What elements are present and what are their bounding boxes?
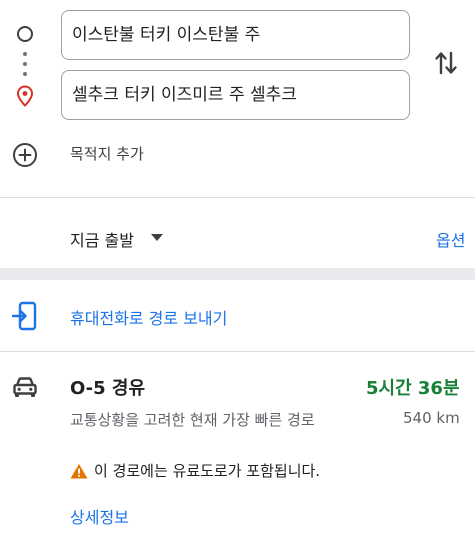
route-distance: 540 km xyxy=(403,409,460,427)
send-to-phone-icon[interactable] xyxy=(12,301,38,331)
details-link[interactable]: 상세정보 xyxy=(70,504,129,528)
route-dot xyxy=(23,62,27,66)
send-to-phone-button[interactable]: 휴대전화로 경로 보내기 xyxy=(70,305,227,329)
toll-warning: 이 경로에는 유료도로가 포함됩니다. xyxy=(70,460,320,481)
section-divider xyxy=(0,268,475,280)
destination-pin-icon xyxy=(16,85,34,107)
add-destination-button[interactable]: 목적지 추가 xyxy=(70,143,144,164)
destination-input[interactable]: 셀추크 터키 이즈미르 주 셀추크 xyxy=(61,70,410,120)
toll-warning-text: 이 경로에는 유료도로가 포함됩니다. xyxy=(94,462,321,480)
route-dot xyxy=(23,52,27,56)
divider xyxy=(0,197,475,198)
add-circle-icon[interactable] xyxy=(12,142,38,168)
route-name[interactable]: O-5 경유 xyxy=(70,374,145,400)
options-button[interactable]: 옵션 xyxy=(436,227,465,251)
car-icon xyxy=(13,377,37,397)
dropdown-arrow-icon[interactable] xyxy=(151,234,163,242)
swap-icon[interactable] xyxy=(434,49,458,77)
warning-icon xyxy=(70,463,88,478)
divider xyxy=(0,351,475,352)
origin-input[interactable]: 이스탄불 터키 이스탄불 주 xyxy=(61,10,410,60)
origin-circle-icon xyxy=(17,26,33,42)
route-description: 교통상황을 고려한 현재 가장 빠른 경로 xyxy=(70,411,315,429)
departure-time-dropdown[interactable]: 지금 출발 xyxy=(70,227,134,251)
route-dot xyxy=(23,72,27,76)
route-duration: 5시간 36분 xyxy=(366,378,460,399)
